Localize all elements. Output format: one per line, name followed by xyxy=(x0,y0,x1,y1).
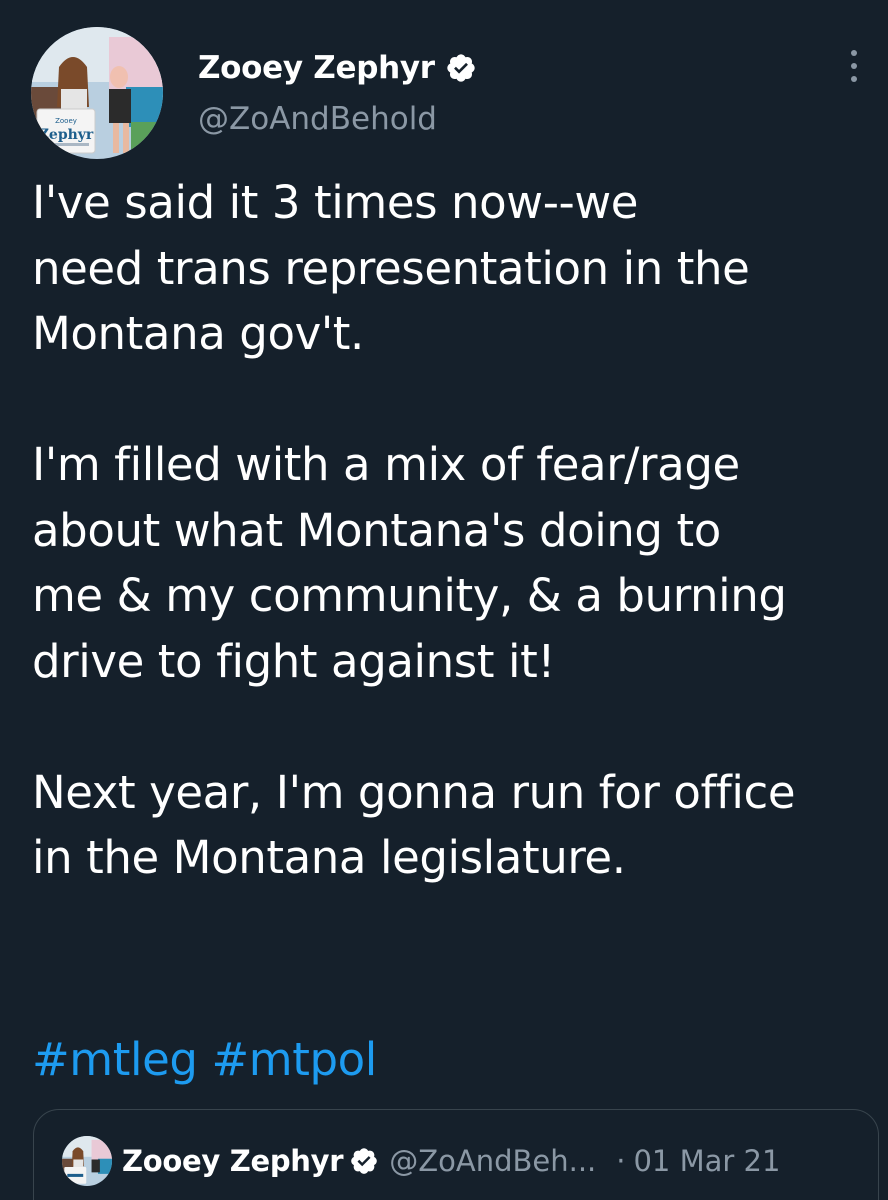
quoted-author-handle: @ZoAndBeh... xyxy=(389,1144,597,1178)
author-name-row: Zooey Zephyr xyxy=(198,44,477,92)
tweet-card: Zooey Zephyr Zooey Zephyr @ZoAndBehold I… xyxy=(0,0,888,1200)
quoted-tweet-card[interactable]: Zooey Zephyr @ZoAndBeh... · 01 Mar 21 xyxy=(33,1109,879,1200)
quoted-tweet-header: Zooey Zephyr @ZoAndBeh... · 01 Mar 21 xyxy=(62,1136,780,1186)
more-vertical-icon-dot xyxy=(851,50,857,56)
author-avatar[interactable]: Zooey Zephyr xyxy=(31,27,163,159)
hashtag-row: #mtleg #mtpol xyxy=(32,1027,377,1093)
more-options-button[interactable] xyxy=(842,46,866,86)
quoted-author-display-name: Zooey Zephyr xyxy=(122,1144,344,1178)
quoted-tweet-date: 01 Mar 21 xyxy=(633,1144,781,1178)
tweet-line: need trans representation in the xyxy=(32,241,750,295)
tweet-line: in the Montana legislature. xyxy=(32,831,626,884)
avatar-photo-icon xyxy=(62,1136,112,1186)
tweet-line: me & my community, & a burning xyxy=(32,569,787,622)
hashtag-link[interactable]: #mtleg xyxy=(32,1033,198,1086)
author-handle[interactable]: @ZoAndBehold xyxy=(198,101,437,137)
verified-badge-icon xyxy=(349,1146,379,1176)
verified-badge-icon xyxy=(445,52,477,84)
hashtag-link[interactable]: #mtpol xyxy=(211,1033,377,1086)
sign-text-line1: Zooey xyxy=(55,117,77,125)
sign-text-line2: Zephyr xyxy=(39,127,94,143)
more-vertical-icon-dot xyxy=(851,76,857,82)
tweet-line: Next year, I'm gonna run for office xyxy=(32,765,796,819)
tweet-line: about what Montana's doing to xyxy=(32,503,721,557)
tweet-text: I've said it 3 times now--we need trans … xyxy=(32,170,882,891)
tweet-paragraph: I'm filled with a mix of fear/rage about… xyxy=(32,432,882,694)
tweet-line: Montana gov't. xyxy=(32,307,364,360)
quoted-author-avatar xyxy=(62,1136,112,1186)
quoted-separator: · xyxy=(616,1144,626,1178)
avatar-photo-icon: Zooey Zephyr xyxy=(31,27,163,159)
tweet-paragraph: Next year, I'm gonna run for office in t… xyxy=(32,760,882,891)
more-vertical-icon-dot xyxy=(851,63,857,69)
tweet-line: I've said it 3 times now--we xyxy=(32,176,639,229)
tweet-line: I'm filled with a mix of fear/rage xyxy=(32,438,740,491)
tweet-paragraph: I've said it 3 times now--we need trans … xyxy=(32,170,882,367)
author-display-name[interactable]: Zooey Zephyr xyxy=(198,50,435,86)
tweet-line: drive to fight against it! xyxy=(32,634,555,688)
